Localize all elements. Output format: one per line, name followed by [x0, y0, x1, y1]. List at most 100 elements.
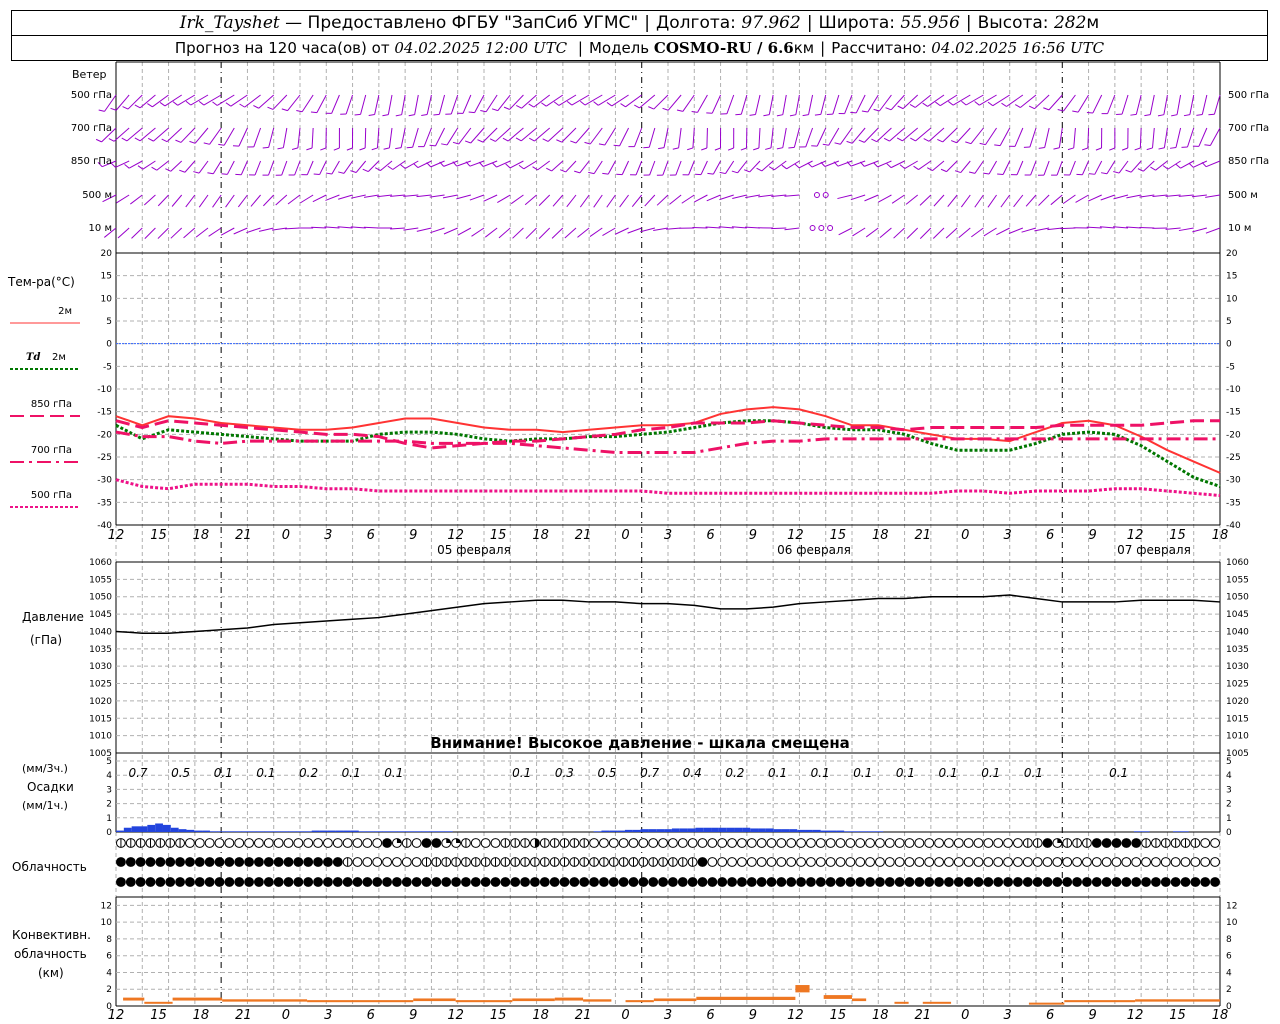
wind-barb-shaft [1016, 160, 1024, 176]
cloud-symbol [145, 877, 156, 887]
conv-tick-right: 10 [1226, 918, 1238, 928]
cloud-symbol [125, 877, 136, 887]
wind-barb-flag [910, 137, 916, 142]
wind-barb-shaft [1075, 194, 1089, 203]
wind-barb-shaft [1163, 94, 1168, 115]
wind-barb-shaft [1100, 194, 1116, 201]
wind-barb-shaft [253, 127, 262, 148]
wind-barb-shaft [933, 194, 945, 207]
wind-barb-flag [1001, 102, 1007, 107]
hour-tick-label: 21 [914, 528, 931, 543]
wind-barb-shaft [1209, 127, 1221, 146]
conv-cloud-bar [222, 999, 308, 1002]
legend-td-symbol: Td [26, 352, 40, 363]
conv-title-1: Конвективн. [12, 928, 91, 942]
cloud-symbol [815, 877, 826, 887]
cloud-symbol [1200, 857, 1211, 867]
conv-title-2: облачность [14, 947, 87, 961]
precip-bar [781, 829, 790, 832]
wind-barb-shaft [254, 160, 262, 176]
cloud-symbol [1101, 857, 1112, 867]
precip-bar [624, 829, 633, 832]
cloud-symbol [638, 877, 649, 887]
wind-barb-flag [306, 147, 313, 151]
wind-barb-flag [886, 163, 892, 168]
cloud-symbol [1190, 857, 1201, 867]
wind-barb-flag [740, 147, 747, 151]
cloud-symbol [332, 857, 343, 867]
wind-barb-shaft [1008, 227, 1024, 234]
cloud-symbol [943, 838, 954, 848]
hour-tick-label-bottom: 21 [914, 1008, 931, 1023]
cloud-symbol [214, 838, 225, 848]
wind-barb-flag [1121, 147, 1128, 151]
wind-barb-flag [858, 139, 865, 143]
precip-tick-left: 1 [106, 814, 112, 824]
wind-barb-flag [478, 161, 484, 167]
wind-barb-shaft [1180, 160, 1194, 169]
wind-barb-shaft [524, 194, 537, 206]
cloud-symbol [786, 877, 797, 887]
cloud-symbol [973, 877, 984, 887]
wind-barb-flag [203, 142, 210, 145]
cloud-symbol [431, 877, 442, 887]
wind-barb-shaft [1213, 94, 1221, 115]
precip-bar [225, 831, 234, 832]
cloud-symbol [1072, 857, 1083, 867]
cloud-symbol [421, 877, 432, 887]
wind-barb-shaft [115, 94, 130, 111]
temp-tick-left: -10 [97, 385, 112, 395]
wind-barb-shaft [983, 227, 997, 237]
wind-barb-shaft [987, 194, 997, 208]
wind-barb-shaft [226, 160, 235, 175]
wind-barb-shaft [942, 127, 958, 143]
wind-barb-shaft [619, 127, 630, 147]
wind-barb-shaft [811, 160, 826, 168]
wind-barb-flag [1204, 144, 1211, 147]
wind-level-label-left: 500 гПа [71, 90, 112, 101]
legend-label: 850 гПа [31, 399, 72, 410]
cloud-symbol [1160, 857, 1171, 867]
hour-tick-label-bottom: 15 [490, 1008, 507, 1023]
wind-barb-flag [491, 108, 498, 112]
cloud-symbol [1170, 857, 1181, 867]
pressure-tick-left: 1020 [89, 697, 112, 707]
cloud-symbol [1101, 838, 1112, 848]
cloud-symbol [273, 877, 284, 887]
wind-barb-shaft [551, 227, 564, 239]
wind-barb-shaft [238, 127, 248, 147]
wind-barb-flag [923, 138, 930, 142]
cloud-symbol [825, 877, 836, 887]
precip-bar [601, 830, 610, 832]
hour-tick-label: 0 [282, 528, 290, 543]
precip-bar [155, 823, 163, 832]
cloud-symbol [322, 877, 333, 887]
wind-barb-shaft [282, 127, 288, 148]
cloud-symbol [441, 877, 452, 887]
wind-barb-shaft [300, 194, 314, 204]
wind-barb-flag [834, 142, 841, 145]
precip-bar [319, 830, 328, 832]
wind-barb-shaft [1113, 226, 1129, 229]
wind-barb-shaft [470, 127, 485, 144]
wind-barb-flag [541, 102, 547, 107]
precip-total-label: 0.5 [171, 766, 190, 780]
wind-barb-shaft [740, 94, 748, 115]
wind-barb-shaft [782, 94, 787, 115]
wind-barb-shaft [240, 160, 248, 175]
wind-barb-shaft [363, 194, 379, 198]
cloud-symbol [845, 857, 856, 867]
wind-barb-shaft [631, 194, 643, 207]
wind-barb-shaft [956, 127, 971, 144]
temp-tick-right: -20 [1226, 430, 1241, 440]
wind-barb-flag [406, 146, 413, 149]
cloud-symbol [727, 857, 738, 867]
wind-barb-shaft [644, 194, 656, 207]
cloud-symbol [342, 838, 353, 848]
cloud-symbol [184, 857, 195, 867]
conv-cloud-bar [554, 997, 584, 1001]
wind-barb-flag [468, 111, 475, 114]
cloud-symbol [786, 857, 797, 867]
wind-barb-shaft [412, 127, 419, 148]
wind-barb-flag [1109, 147, 1116, 151]
